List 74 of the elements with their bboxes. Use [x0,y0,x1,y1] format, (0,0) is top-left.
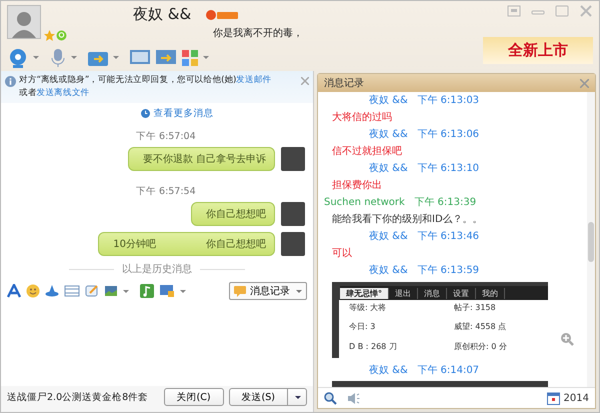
message-header: 夜奴 && 下午 6:13:10 [368,162,480,176]
caret-icon[interactable] [203,56,209,60]
send-email-link[interactable]: 发送邮件 [236,75,272,85]
message-text: 大将信的过吗 [331,110,393,125]
music-icon[interactable] [140,284,154,298]
signature-text: 你是我离不开的毒， [213,26,303,40]
info-icon [5,76,16,87]
search-icon[interactable] [324,392,337,404]
calendar-icon[interactable] [546,392,560,404]
message-header: Suchen network 下午 6:13:39 [324,196,478,210]
stat-text: D B : 268 刀 [349,340,398,353]
apps-grid-icon[interactable] [181,48,199,67]
send-button[interactable]: 发送(S) [228,388,288,406]
message-history-button[interactable]: 消息记录 [229,282,307,300]
speaker-icon[interactable] [347,392,360,404]
history-divider-label: 以上是历史消息 [122,262,192,276]
caret-icon[interactable] [113,56,119,60]
message-time: 下午 6:57:54 [136,185,197,198]
stat-text: 帖子: 3158 [454,302,497,314]
message-header: 夜奴 && 下午 6:13:03 [368,94,480,108]
clock-icon [140,109,150,118]
contact-name: 夜奴 && [133,5,192,24]
stat-text: 等级: 大将 [349,302,388,314]
skin-icon[interactable] [507,5,521,17]
monitor-icon[interactable] [129,48,151,67]
message-text: 可以 [331,246,353,261]
message-text: 担保费你出 [331,178,383,193]
zoom-in-icon[interactable] [560,332,574,346]
message-text: 信不过就担保吧 [331,144,403,159]
stat-text: 威望: 4558 点 [454,321,508,334]
star-icon [44,30,55,41]
notice-text: 对方“离线或隐身”，可能无法立即回复，您可以给他(她)发送邮件 或者发送离线文件 [19,74,272,100]
edit-icon[interactable] [85,284,99,298]
caret-icon[interactable] [180,290,186,292]
image-icon[interactable] [104,284,118,298]
film-icon[interactable] [64,284,80,298]
message-text: 要不你退款 自己拿号去申诉 [142,152,266,166]
maximize-icon[interactable] [555,5,569,17]
font-icon[interactable] [7,284,21,298]
hat-icon[interactable] [45,284,59,298]
close-icon[interactable] [579,5,593,17]
webcam-icon[interactable] [7,48,29,68]
ad-banner[interactable]: 全新上市 [483,36,593,64]
smiley-icon[interactable] [26,284,40,298]
send-offline-file-link[interactable]: 发送离线文件 [36,88,90,98]
vip-badge-icon [205,8,240,20]
panel-title: 消息记录 [324,76,364,90]
stat-text: 原创积分: 0 分 [454,340,508,353]
close-icon[interactable] [580,78,589,88]
caret-icon[interactable] [33,56,39,60]
caret-icon[interactable] [123,290,129,292]
message-header: 夜奴 && 下午 6:13:46 [368,230,480,244]
close-button[interactable]: 关闭(C) [164,388,224,406]
chat-bubble-icon [234,285,246,297]
screen-share-icon[interactable] [155,48,177,67]
magnifier-icon [56,30,67,41]
more-messages-link[interactable]: 查看更多消息 [154,107,214,120]
message-text: 10分钟吧 [113,238,156,251]
message-header: 夜奴 && 下午 6:13:06 [368,128,480,142]
stat-text: 今日: 3 [349,321,376,334]
promo-link[interactable]: 送战僵尸2.0公测送黄金枪8件套 [7,390,158,404]
message-text: 你自己想想吧 [206,238,266,251]
screenshot-icon[interactable] [159,284,175,298]
avatar-silhouette[interactable] [7,5,41,39]
message-header: 夜奴 && 下午 6:14:07 [368,364,480,378]
message-text: 你自己想想吧 [206,208,266,221]
message-header: 夜奴 && 下午 6:13:59 [368,264,480,278]
caret-icon[interactable] [71,56,77,60]
close-icon[interactable] [301,77,309,85]
message-text: 能给我看下你的级别和ID么？。。 [331,212,484,227]
send-options-button[interactable] [288,388,307,406]
microphone-icon[interactable] [49,48,67,68]
date-text: 2014 [564,392,589,404]
message-time: 下午 6:57:04 [136,130,197,143]
